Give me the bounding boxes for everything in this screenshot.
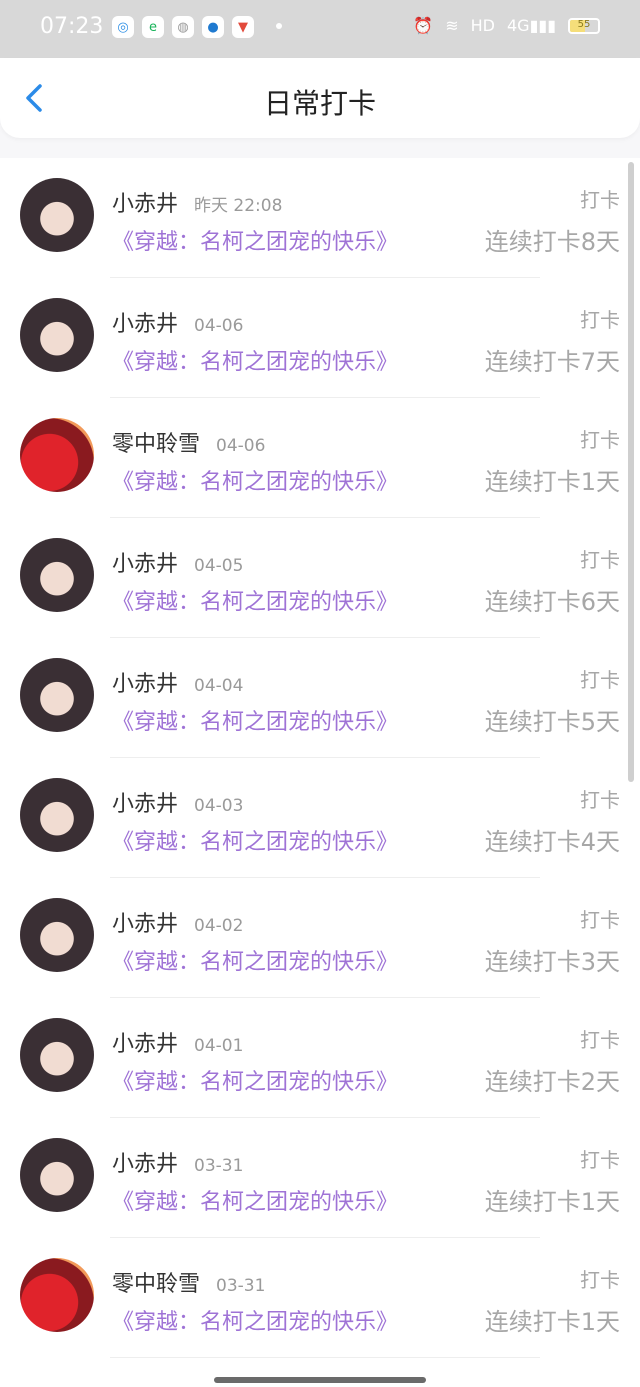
book-title-link[interactable]: 《穿越：名柯之团宠的快乐》 xyxy=(112,1304,398,1336)
checkin-date: 04-04 xyxy=(194,676,244,696)
wechat-app-icon: ◍ xyxy=(172,16,194,38)
book-title-link[interactable]: 《穿越：名柯之团宠的快乐》 xyxy=(112,944,398,976)
avatar[interactable] xyxy=(20,298,94,372)
status-bar: 07:23 ◎ e ◍ ● ▼ ⏰ ≋ HD 4G▮▮▮ 55 xyxy=(0,0,640,58)
checkin-date: 04-01 xyxy=(194,1036,244,1056)
checkin-tag: 打卡 xyxy=(580,428,620,452)
status-time: 07:23 xyxy=(40,14,104,39)
checkin-tag: 打卡 xyxy=(580,188,620,212)
checkin-tag: 打卡 xyxy=(580,548,620,572)
checkin-date: 昨天 22:08 xyxy=(194,196,283,216)
checkin-date: 04-03 xyxy=(194,796,244,816)
streak-text: 连续打卡8天 xyxy=(484,228,620,256)
checkin-tag: 打卡 xyxy=(580,1148,620,1172)
list-item[interactable]: 小赤井 04-06 《穿越：名柯之团宠的快乐》 打卡 连续打卡7天 xyxy=(0,278,640,398)
user-name[interactable]: 零中聆雪 xyxy=(112,432,200,457)
streak-text: 连续打卡5天 xyxy=(484,708,620,736)
map-app-icon: ▼ xyxy=(232,16,254,38)
more-notifications-dot xyxy=(276,23,282,29)
checkin-date: 04-05 xyxy=(194,556,244,576)
book-title-link[interactable]: 《穿越：名柯之团宠的快乐》 xyxy=(112,464,398,496)
checkin-tag: 打卡 xyxy=(580,668,620,692)
checkin-date: 03-31 xyxy=(216,1276,266,1296)
book-title-link[interactable]: 《穿越：名柯之团宠的快乐》 xyxy=(112,704,398,736)
top-navigation-bar: 日常打卡 xyxy=(0,58,640,138)
list-item[interactable]: 小赤井 04-01 《穿越：名柯之团宠的快乐》 打卡 连续打卡2天 xyxy=(0,998,640,1118)
avatar[interactable] xyxy=(20,538,94,612)
book-title-link[interactable]: 《穿越：名柯之团宠的快乐》 xyxy=(112,1064,398,1096)
streak-text: 连续打卡4天 xyxy=(484,828,620,856)
checkin-date: 04-06 xyxy=(194,316,244,336)
notification-icons: ◎ e ◍ ● ▼ xyxy=(112,16,254,38)
user-name[interactable]: 小赤井 xyxy=(112,552,178,577)
avatar[interactable] xyxy=(20,178,94,252)
streak-text: 连续打卡7天 xyxy=(484,348,620,376)
checkin-tag: 打卡 xyxy=(580,788,620,812)
streak-text: 连续打卡3天 xyxy=(484,948,620,976)
list-item[interactable]: 小赤井 04-03 《穿越：名柯之团宠的快乐》 打卡 连续打卡4天 xyxy=(0,758,640,878)
checkin-date: 04-02 xyxy=(194,916,244,936)
user-name[interactable]: 零中聆雪 xyxy=(112,1272,200,1297)
battery-icon: 55 xyxy=(568,17,600,34)
list-item[interactable]: 小赤井 昨天 22:08 《穿越：名柯之团宠的快乐》 打卡 连续打卡8天 xyxy=(0,158,640,278)
avatar[interactable] xyxy=(20,1258,94,1332)
user-name[interactable]: 小赤井 xyxy=(112,792,178,817)
avatar[interactable] xyxy=(20,418,94,492)
checkin-tag: 打卡 xyxy=(580,1028,620,1052)
book-title-link[interactable]: 《穿越：名柯之团宠的快乐》 xyxy=(112,584,398,616)
checkin-tag: 打卡 xyxy=(580,908,620,932)
signal-icon: 4G▮▮▮ xyxy=(507,16,556,35)
user-name[interactable]: 小赤井 xyxy=(112,192,178,217)
book-title-link[interactable]: 《穿越：名柯之团宠的快乐》 xyxy=(112,824,398,856)
avatar[interactable] xyxy=(20,1138,94,1212)
streak-text: 连续打卡1天 xyxy=(484,468,620,496)
book-title-link[interactable]: 《穿越：名柯之团宠的快乐》 xyxy=(112,344,398,376)
streak-text: 连续打卡1天 xyxy=(484,1308,620,1336)
avatar[interactable] xyxy=(20,1018,94,1092)
browser-app-icon: ◎ xyxy=(112,16,134,38)
page-title: 日常打卡 xyxy=(263,87,376,120)
ie-app-icon: e xyxy=(142,16,164,38)
checkin-date: 04-06 xyxy=(216,436,266,456)
list-item[interactable]: 小赤井 04-04 《穿越：名柯之团宠的快乐》 打卡 连续打卡5天 xyxy=(0,638,640,758)
user-name[interactable]: 小赤井 xyxy=(112,312,178,337)
checkin-tag: 打卡 xyxy=(580,308,620,332)
user-name[interactable]: 小赤井 xyxy=(112,1032,178,1057)
avatar[interactable] xyxy=(20,778,94,852)
hd-icon: HD xyxy=(470,16,495,35)
list-item[interactable]: 零中聆雪 04-06 《穿越：名柯之团宠的快乐》 打卡 连续打卡1天 xyxy=(0,398,640,518)
list-item[interactable]: 小赤井 04-02 《穿越：名柯之团宠的快乐》 打卡 连续打卡3天 xyxy=(0,878,640,998)
alarm-icon: ⏰ xyxy=(413,16,434,35)
streak-text: 连续打卡2天 xyxy=(484,1068,620,1096)
target-app-icon: ● xyxy=(202,16,224,38)
list-item[interactable]: 小赤井 04-05 《穿越：名柯之团宠的快乐》 打卡 连续打卡6天 xyxy=(0,518,640,638)
book-title-link[interactable]: 《穿越：名柯之团宠的快乐》 xyxy=(112,1184,398,1216)
book-title-link[interactable]: 《穿越：名柯之团宠的快乐》 xyxy=(112,224,398,256)
divider xyxy=(110,1357,540,1358)
avatar[interactable] xyxy=(20,898,94,972)
streak-text: 连续打卡6天 xyxy=(484,588,620,616)
user-name[interactable]: 小赤井 xyxy=(112,1152,178,1177)
user-name[interactable]: 小赤井 xyxy=(112,912,178,937)
scrollbar[interactable] xyxy=(628,162,634,782)
list-item[interactable]: 零中聆雪 03-31 《穿越：名柯之团宠的快乐》 打卡 连续打卡1天 xyxy=(0,1238,640,1358)
network-label: 4G xyxy=(507,16,530,35)
list-item[interactable]: 小赤井 03-31 《穿越：名柯之团宠的快乐》 打卡 连续打卡1天 xyxy=(0,1118,640,1238)
user-name[interactable]: 小赤井 xyxy=(112,672,178,697)
checkin-date: 03-31 xyxy=(194,1156,244,1176)
checkin-tag: 打卡 xyxy=(580,1268,620,1292)
home-indicator[interactable] xyxy=(214,1377,426,1383)
battery-level: 55 xyxy=(577,18,591,30)
streak-text: 连续打卡1天 xyxy=(484,1188,620,1216)
system-icons: ⏰ ≋ HD 4G▮▮▮ 55 xyxy=(413,16,600,35)
checkin-list[interactable]: 小赤井 昨天 22:08 《穿越：名柯之团宠的快乐》 打卡 连续打卡8天 小赤井 0… xyxy=(0,158,640,1387)
wifi-icon: ≋ xyxy=(445,16,459,35)
avatar[interactable] xyxy=(20,658,94,732)
